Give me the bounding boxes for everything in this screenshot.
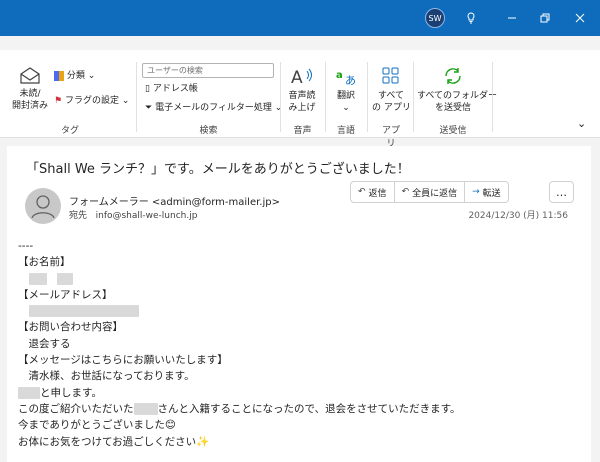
minimize-icon[interactable] — [502, 8, 522, 28]
body-line-1: 清水様、お世話になっております。 — [18, 370, 195, 383]
recipient-line: 宛先 info@shall-we-lunch.jp — [69, 208, 197, 221]
search-group-label: 検索 — [199, 126, 218, 136]
svg-text:A: A — [291, 68, 303, 86]
people-search-input[interactable]: ユーザーの検索 — [142, 63, 274, 78]
send-receive-label: すべてのフォルダー を送受信 — [417, 91, 498, 113]
sender-name[interactable]: フォームメーラー <admin@form-mailer.jp> — [69, 193, 280, 208]
read-aloud-button[interactable]: A 音声読 み上げ — [284, 66, 320, 114]
reply-button[interactable]: ↶ 返信 — [351, 182, 395, 202]
inquiry-value: 退会する — [18, 337, 71, 350]
body-line-4: 今までありがとうございました😊 — [18, 419, 176, 432]
address-book-button[interactable]: ▯ アドレス帳 — [145, 83, 198, 95]
redacted-block — [28, 272, 47, 285]
all-apps-button[interactable]: すべて の アプリ — [372, 66, 411, 114]
body-line-3: この度ご紹介いただいた さんと入籍することになったので、退会をさせていただきます。 — [18, 401, 461, 417]
read-unread-label: 未読/ 開封済み — [11, 89, 48, 111]
message-header: 【メッセージはこちらにお願いいたします】 — [18, 354, 228, 367]
body-line-3-suffix: さんと入籍することになったので、退会をさせていただきます。 — [157, 402, 461, 415]
name-header: 【お名前】 — [18, 256, 71, 269]
scrollbar-track[interactable] — [591, 146, 600, 462]
read-aloud-label: 音声読 み上げ — [288, 91, 316, 113]
more-actions-button[interactable]: … — [549, 181, 574, 203]
categorize-label: 分類 — [66, 71, 85, 81]
redacted-block — [28, 305, 139, 318]
flag-icon: ⚑ — [54, 96, 63, 106]
redacted-block — [18, 386, 40, 399]
email-header: 【メールアドレス】 — [18, 288, 113, 301]
email-value-redacted — [18, 303, 461, 319]
language-group-label: 言語 — [336, 126, 355, 136]
ribbon-divider — [367, 62, 368, 132]
body-divider: ---- — [18, 240, 34, 252]
lightbulb-icon[interactable] — [461, 8, 481, 28]
translate-button[interactable]: aあ 翻訳 ⌄ — [330, 66, 362, 114]
categorize-button[interactable]: 分類 ⌄ — [54, 70, 95, 82]
filter-email-button[interactable]: ⏷ 電子メールのフィルター処理 ⌄ — [145, 102, 282, 114]
redacted-block — [133, 402, 158, 415]
filter-email-label: 電子メールのフィルター処理 — [155, 103, 272, 113]
filter-icon: ⏷ — [145, 103, 153, 113]
ribbon-collapse-icon[interactable]: ⌄ — [577, 118, 586, 130]
ribbon-divider — [492, 62, 493, 132]
speech-group-label: 音声 — [293, 126, 312, 136]
flag-button[interactable]: ⚑ フラグの設定 ⌄ — [54, 95, 129, 107]
body-line-2: と申します。 — [18, 385, 461, 401]
close-icon[interactable] — [570, 8, 590, 28]
to-label: 宛先 — [69, 211, 88, 221]
forward-label: 転送 — [482, 188, 501, 199]
message-body: ---- 【お名前】 【メールアドレス】 【お問い合わせ内容】 退会する【メッセー… — [18, 238, 461, 450]
send-receive-all-button[interactable]: すべてのフォルダー を送受信 — [417, 66, 498, 114]
reply-icon: ↶ — [358, 187, 366, 197]
translate-dropdown-icon: ⌄ — [342, 103, 350, 113]
ribbon-divider — [413, 62, 414, 132]
forward-icon: → — [472, 187, 480, 197]
all-apps-label: すべて の アプリ — [372, 91, 411, 113]
send-receive-group-label: 送受信 — [439, 126, 467, 136]
reply-label: 返信 — [368, 188, 387, 199]
envelope-open-icon — [20, 67, 40, 84]
flag-label: フラグの設定 — [64, 96, 119, 106]
address-book-icon: ▯ — [145, 84, 150, 94]
categorize-icon — [54, 70, 64, 81]
ribbon-divider — [136, 62, 137, 132]
inquiry-header: 【お問い合わせ内容】 — [18, 321, 123, 334]
refresh-icon — [445, 68, 461, 84]
read-aloud-icon: A — [291, 68, 312, 88]
ribbon-divider — [325, 62, 326, 132]
tags-group-label: タグ — [60, 126, 79, 136]
redacted-block — [57, 272, 73, 285]
message-subject: 「Shall We ランチ？」です。メールをありがとうございました！ — [26, 162, 410, 177]
reply-all-button[interactable]: ↶ 全員に返信 — [395, 182, 466, 202]
translate-icon: aあ — [336, 70, 356, 87]
message-date: 2024/12/30 (月) 11:56 — [468, 211, 568, 221]
reply-all-label: 全員に返信 — [412, 188, 458, 199]
reading-pane: 「Shall We ランチ？」です。メールをありがとうございました！ フォームメ… — [7, 146, 600, 462]
reply-all-icon: ↶ — [401, 187, 410, 197]
translate-label: 翻訳 — [336, 91, 355, 101]
user-avatar[interactable]: SW — [425, 8, 445, 28]
body-line-3-prefix: この度ご紹介いただいた — [18, 402, 134, 415]
svg-text:あ: あ — [345, 74, 356, 86]
address-book-label: アドレス帳 — [152, 84, 198, 94]
body-line-2-text: と申します。 — [40, 386, 102, 399]
sender-avatar — [25, 188, 61, 224]
apps-grid-icon — [382, 67, 399, 84]
restore-icon[interactable] — [535, 8, 555, 28]
body-line-5: お体にお気をつけてお過ごしください✨ — [18, 435, 210, 448]
forward-button[interactable]: → 転送 — [465, 182, 508, 202]
message-actions: ↶ 返信 ↶ 全員に返信 → 転送 — [350, 181, 509, 203]
svg-text:a: a — [336, 70, 343, 81]
ribbon-divider — [280, 62, 281, 132]
to-address[interactable]: info@shall-we-lunch.jp — [96, 211, 198, 221]
title-bar: SW — [0, 0, 600, 36]
ribbon: 未読/ 開封済み 分類 ⌄ ⚑ フラグの設定 ⌄ タグ ユーザーの検索 ▯ アド… — [0, 50, 600, 149]
name-value-redacted — [18, 271, 461, 287]
read-unread-button[interactable]: 未読/ 開封済み — [10, 66, 50, 112]
